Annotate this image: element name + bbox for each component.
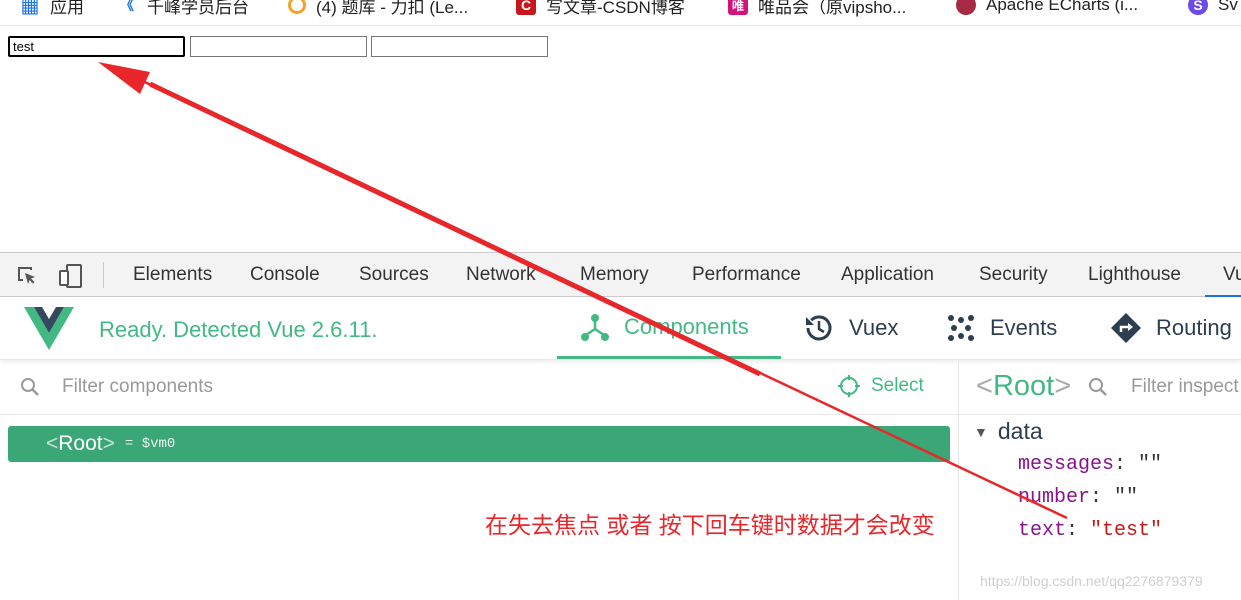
component-tag: <Root> (46, 432, 115, 456)
leetcode-icon (288, 0, 306, 14)
bookmark-label: 唯品会（原vipsho... (758, 0, 907, 17)
vue-logo-icon (24, 307, 74, 350)
tab-elements[interactable]: Elements (133, 253, 212, 297)
device-mobile-icon (59, 264, 82, 288)
bookmark-vipshop[interactable]: 唯 唯品会（原vipsho... (728, 0, 906, 20)
component-tree-root[interactable]: <Root> = $vm0 (8, 426, 950, 462)
bookmark-echarts[interactable]: Apache ECharts (i... (956, 0, 1138, 20)
data-prop-row[interactable]: text: "test" (1018, 519, 1162, 542)
components-tree-icon (581, 313, 609, 341)
inspector-title: <Root> (976, 370, 1071, 403)
tab-lighthouse[interactable]: Lighthouse (1088, 253, 1181, 297)
s-icon: S (1188, 0, 1208, 15)
history-clock-icon (806, 315, 832, 341)
tab-security[interactable]: Security (979, 253, 1048, 297)
tab-console[interactable]: Console (250, 253, 320, 297)
prop-key: text (1018, 519, 1067, 542)
tab-vue[interactable]: Vu (1205, 253, 1241, 297)
select-label: Select (871, 375, 924, 396)
data-section-toggle[interactable]: ▼ data (974, 418, 1043, 445)
inspected-component-name: Root (992, 370, 1055, 402)
data-prop-row[interactable]: number: "" (1018, 486, 1138, 509)
prop-colon: : (1066, 519, 1091, 542)
tab-components[interactable]: Components (557, 297, 781, 359)
apps-grid-icon: ▦ (20, 0, 40, 17)
bookmark-label: (4) 题库 - 力扣 (Le... (316, 0, 469, 17)
component-name: Root (58, 432, 103, 455)
bookmark-qianfeng[interactable]: 《 千峰学员后台 (117, 0, 249, 20)
inspect-cursor-icon (18, 267, 35, 284)
tag-close-bracket: > (1054, 370, 1072, 402)
tab-routing[interactable]: Routing (1110, 297, 1232, 359)
bookmark-label: Sv (1218, 0, 1238, 14)
tab-application[interactable]: Application (841, 253, 934, 297)
text-input-2[interactable] (190, 36, 367, 57)
vue-devtools-header: Ready. Detected Vue 2.6.11. Components V… (0, 297, 1241, 360)
bookmark-csdn[interactable]: C 写文章-CSDN博客 (516, 0, 685, 20)
vm-reference: = $vm0 (124, 436, 176, 452)
bookmarks-bar: ▦ 应用 《 千峰学员后台 (4) 题库 - 力扣 (Le... C 写文章-C… (0, 0, 1241, 26)
caret-down-icon: ▼ (974, 423, 988, 440)
prop-key: messages (1018, 453, 1115, 476)
text-input-3[interactable] (371, 36, 548, 57)
csdn-icon: C (516, 0, 536, 15)
tab-routing-label: Routing (1156, 315, 1232, 340)
watermark-text: https://blog.csdn.net/qq2276879379 (980, 573, 1203, 589)
events-dots-icon (948, 315, 974, 341)
routing-sign-icon (1111, 313, 1141, 343)
section-label: data (997, 418, 1043, 444)
components-filter-bar: Select (0, 360, 958, 415)
toolbar-divider (103, 262, 104, 288)
tag-open-bracket: < (976, 370, 993, 402)
bookmark-label: Apache ECharts (i... (986, 0, 1139, 14)
echarts-icon (956, 0, 976, 15)
prop-colon: : (1114, 453, 1139, 476)
tab-events-label: Events (990, 315, 1058, 340)
tab-memory[interactable]: Memory (580, 253, 649, 297)
tab-components-label: Components (624, 313, 749, 339)
prop-value: "" (1114, 486, 1139, 509)
bookmark-s[interactable]: S Sv (1188, 0, 1238, 20)
bookmark-label: 写文章-CSDN博客 (546, 0, 685, 17)
screenshot: ▦ 应用 《 千峰学员后台 (4) 题库 - 力扣 (Le... C 写文章-C… (0, 0, 1241, 600)
tab-vuex[interactable]: Vuex (803, 297, 898, 359)
inspector-header: <Root> (959, 360, 1241, 415)
ready-status: Ready. Detected Vue 2.6.11. (99, 317, 378, 342)
tab-network[interactable]: Network (466, 253, 536, 297)
text-input-1[interactable] (8, 36, 185, 57)
annotation-text: 在失去焦点 或者 按下回车键时数据才会改变 (485, 512, 935, 538)
search-icon (1089, 378, 1107, 396)
inspect-element-button[interactable] (13, 262, 41, 290)
tab-sources[interactable]: Sources (359, 253, 429, 297)
devtools-tab-bar: Elements Console Sources Network Memory … (0, 252, 1241, 297)
bookmark-leetcode[interactable]: (4) 题库 - 力扣 (Le... (288, 0, 468, 20)
bookmark-apps[interactable]: ▦ 应用 (20, 0, 84, 20)
search-icon (21, 378, 39, 396)
data-prop-row[interactable]: messages: "" (1018, 453, 1162, 476)
filter-inspected-input[interactable] (1131, 372, 1241, 402)
filter-components-input[interactable] (62, 372, 662, 402)
target-crosshair-icon (838, 375, 860, 397)
tag-close-bracket: > (102, 432, 115, 455)
bookmark-label: 应用 (50, 0, 84, 17)
tag-open-bracket: < (46, 432, 59, 455)
tab-vuex-label: Vuex (849, 315, 899, 340)
select-component-button[interactable]: Select (837, 374, 924, 398)
tab-events[interactable]: Events (946, 297, 1057, 359)
device-toolbar-button[interactable] (57, 262, 85, 290)
prop-colon: : (1090, 486, 1115, 509)
prop-value: "" (1138, 453, 1163, 476)
qianfeng-icon: 《 (120, 0, 134, 13)
prop-key: number (1018, 486, 1091, 509)
tab-performance[interactable]: Performance (692, 253, 801, 297)
prop-value: "test" (1090, 519, 1163, 542)
bookmark-label: 千峰学员后台 (147, 0, 249, 17)
vipshop-icon: 唯 (728, 0, 748, 15)
